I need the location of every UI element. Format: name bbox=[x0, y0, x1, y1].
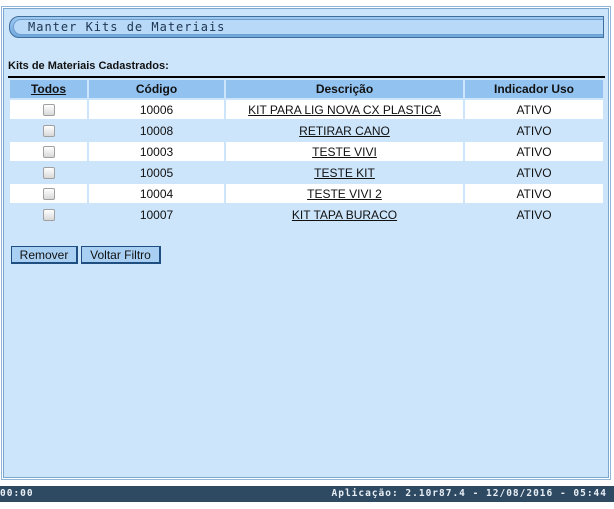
table-row: 10006 KIT PARA LIG NOVA CX PLASTICA ATIV… bbox=[10, 100, 603, 119]
row-checkbox[interactable] bbox=[42, 188, 55, 201]
row-checkbox[interactable] bbox=[42, 167, 55, 180]
table-row: 10003 TESTE VIVI ATIVO bbox=[10, 142, 603, 161]
row-select-cell bbox=[10, 121, 87, 140]
row-descricao-cell: TESTE VIVI 2 bbox=[226, 184, 463, 203]
row-select-cell bbox=[10, 142, 87, 161]
select-all-link[interactable]: Todos bbox=[31, 82, 66, 96]
panel-title: Manter Kits de Materiais bbox=[13, 19, 603, 35]
row-codigo: 10007 bbox=[89, 205, 224, 224]
header-codigo: Código bbox=[89, 80, 224, 98]
row-descricao-cell: TESTE VIVI bbox=[226, 142, 463, 161]
row-checkbox[interactable] bbox=[42, 146, 55, 159]
row-descricao-link[interactable]: TESTE KIT bbox=[314, 166, 375, 180]
row-indicador: ATIVO bbox=[465, 100, 603, 119]
panel-title-bar: Manter Kits de Materiais bbox=[9, 16, 604, 38]
table-row: 10007 KIT TAPA BURACO ATIVO bbox=[10, 205, 603, 224]
row-descricao-link[interactable]: RETIRAR CANO bbox=[299, 124, 390, 138]
row-codigo: 10003 bbox=[89, 142, 224, 161]
row-codigo: 10004 bbox=[89, 184, 224, 203]
status-bar: 00:00 Aplicação: 2.10r87.4 - 12/08/2016 … bbox=[0, 486, 614, 502]
row-checkbox[interactable] bbox=[42, 104, 55, 117]
table-row: 10008 RETIRAR CANO ATIVO bbox=[10, 121, 603, 140]
row-select-cell bbox=[10, 205, 87, 224]
row-indicador: ATIVO bbox=[465, 205, 603, 224]
row-indicador: ATIVO bbox=[465, 184, 603, 203]
header-select-all: Todos bbox=[10, 80, 87, 98]
row-select-cell bbox=[10, 184, 87, 203]
row-descricao-cell: KIT TAPA BURACO bbox=[226, 205, 463, 224]
remover-button[interactable]: Remover bbox=[11, 246, 78, 264]
row-descricao-link[interactable]: TESTE VIVI bbox=[312, 145, 377, 159]
header-descricao: Descrição bbox=[226, 80, 463, 98]
status-time: 00:00 bbox=[0, 488, 34, 499]
row-descricao-link[interactable]: KIT PARA LIG NOVA CX PLASTICA bbox=[248, 103, 441, 117]
row-select-cell bbox=[10, 163, 87, 182]
section-label: Kits de Materiais Cadastrados: bbox=[8, 60, 169, 72]
kits-table: Todos Código Descrição Indicador Uso 100… bbox=[8, 78, 605, 226]
row-codigo: 10008 bbox=[89, 121, 224, 140]
table-row: 10004 TESTE VIVI 2 ATIVO bbox=[10, 184, 603, 203]
row-indicador: ATIVO bbox=[465, 142, 603, 161]
row-indicador: ATIVO bbox=[465, 121, 603, 140]
row-descricao-cell: RETIRAR CANO bbox=[226, 121, 463, 140]
status-app-version: Aplicação: 2.10r87.4 - 12/08/2016 - 05:4… bbox=[331, 488, 607, 499]
row-descricao-link[interactable]: TESTE VIVI 2 bbox=[307, 187, 382, 201]
table-row: 10005 TESTE KIT ATIVO bbox=[10, 163, 603, 182]
voltar-filtro-button[interactable]: Voltar Filtro bbox=[81, 246, 161, 264]
row-codigo: 10006 bbox=[89, 100, 224, 119]
row-checkbox[interactable] bbox=[42, 125, 55, 138]
row-indicador: ATIVO bbox=[465, 163, 603, 182]
row-select-cell bbox=[10, 100, 87, 119]
row-descricao-cell: TESTE KIT bbox=[226, 163, 463, 182]
row-codigo: 10005 bbox=[89, 163, 224, 182]
row-descricao-cell: KIT PARA LIG NOVA CX PLASTICA bbox=[226, 100, 463, 119]
header-indicador-uso: Indicador Uso bbox=[465, 80, 603, 98]
table-header-row: Todos Código Descrição Indicador Uso bbox=[10, 80, 603, 98]
row-descricao-link[interactable]: KIT TAPA BURACO bbox=[292, 208, 397, 222]
row-checkbox[interactable] bbox=[42, 209, 55, 222]
main-panel: Manter Kits de Materiais Kits de Materia… bbox=[3, 8, 609, 478]
